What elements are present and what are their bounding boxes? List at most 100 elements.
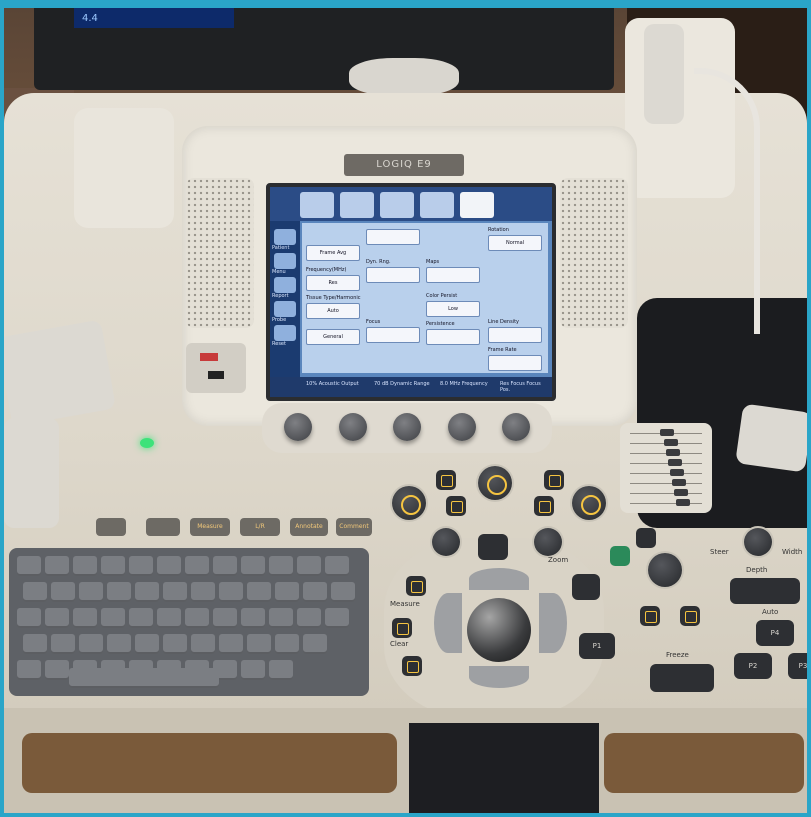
mode-b-button[interactable] — [392, 486, 426, 520]
keyboard-key[interactable] — [51, 582, 75, 602]
tab-3[interactable] — [380, 192, 414, 218]
control-9[interactable]: Color Persist Low — [426, 293, 480, 317]
keyboard-key[interactable] — [73, 556, 97, 576]
spacebar-key[interactable] — [69, 668, 219, 688]
clear-key[interactable] — [392, 618, 412, 638]
tgc-slider[interactable] — [668, 459, 682, 466]
p3-button[interactable]: P3 — [788, 653, 807, 679]
quad-key[interactable] — [680, 606, 700, 626]
keyboard-key[interactable] — [325, 556, 349, 576]
small-key-4[interactable] — [534, 496, 554, 516]
keyboard-key[interactable] — [157, 608, 181, 628]
keyboard-key[interactable] — [241, 556, 265, 576]
p2-button[interactable]: P2 — [734, 653, 772, 679]
sidebar-item-menu[interactable]: Menu — [272, 253, 296, 275]
keyboard-key[interactable] — [107, 634, 131, 654]
keyboard-key[interactable] — [275, 582, 299, 602]
control-12[interactable]: Line Density — [488, 319, 542, 343]
trackball-bottom-key[interactable] — [469, 666, 529, 688]
keyboard-key[interactable] — [241, 608, 265, 628]
keyboard-key[interactable] — [303, 582, 327, 602]
sidebar-item-reset[interactable]: Reset — [272, 325, 296, 347]
keyboard-key[interactable] — [163, 582, 187, 602]
rotary-knob-4[interactable] — [448, 413, 476, 441]
keyboard-key[interactable] — [213, 608, 237, 628]
rotary-knob-1[interactable] — [284, 413, 312, 441]
keyboard-key[interactable] — [135, 582, 159, 602]
freeze-button[interactable] — [650, 664, 714, 692]
small-key-3[interactable] — [544, 470, 564, 490]
keyboard-key[interactable] — [45, 660, 69, 680]
rotary-knob-5[interactable] — [502, 413, 530, 441]
tab-4[interactable] — [420, 192, 454, 218]
pointer-key[interactable] — [402, 656, 422, 676]
zoom-knob[interactable] — [534, 528, 562, 556]
keyboard-key[interactable] — [213, 556, 237, 576]
small-key-2[interactable] — [446, 496, 466, 516]
usb-port-red[interactable] — [200, 353, 218, 361]
keyboard-key[interactable] — [157, 556, 181, 576]
keyboard-key[interactable] — [129, 556, 153, 576]
tgc-slider[interactable] — [672, 479, 686, 486]
function-key-2[interactable] — [146, 518, 180, 536]
keyboard-key[interactable] — [23, 634, 47, 654]
keyboard-key[interactable] — [191, 634, 215, 654]
keyboard-key[interactable] — [135, 634, 159, 654]
tgc-slider[interactable] — [674, 489, 688, 496]
keyboard-key[interactable] — [269, 660, 293, 680]
keyboard-key[interactable] — [163, 634, 187, 654]
control-8[interactable]: Maps — [426, 259, 480, 283]
tgc-slider[interactable] — [666, 449, 680, 456]
left-knob[interactable] — [432, 528, 460, 556]
keyboard-key[interactable] — [101, 556, 125, 576]
sidebar-item-probe[interactable]: Probe — [272, 301, 296, 323]
keyboard-key[interactable] — [191, 582, 215, 602]
pdi-key[interactable] — [636, 528, 656, 548]
control-13[interactable]: Frame Rate — [488, 347, 542, 371]
mode-m-button[interactable] — [478, 466, 512, 500]
gain-knob[interactable] — [648, 553, 682, 587]
keyboard-key[interactable] — [297, 556, 321, 576]
keyboard-key[interactable] — [219, 582, 243, 602]
steer-width-knob[interactable] — [744, 528, 772, 556]
keyboard-key[interactable] — [269, 556, 293, 576]
function-key-annotate[interactable]: Annotate — [290, 518, 328, 536]
tab-1[interactable] — [300, 192, 334, 218]
trackball-left-key[interactable] — [434, 593, 462, 653]
control-7[interactable]: Focus — [366, 319, 420, 343]
control-2[interactable]: Frequency(MHz) Res — [306, 267, 360, 291]
control-1[interactable]: Frame Avg — [306, 243, 360, 261]
control-4[interactable]: General — [306, 327, 360, 345]
p1-button[interactable]: P1 — [579, 633, 615, 659]
sidebar-item-report[interactable]: Report — [272, 277, 296, 299]
keyboard-key[interactable] — [303, 634, 327, 654]
tgc-slider[interactable] — [664, 439, 678, 446]
keyboard-key[interactable] — [73, 608, 97, 628]
tgc-slider[interactable] — [670, 469, 684, 476]
function-key-lr[interactable]: L/R — [240, 518, 280, 536]
keyboard-key[interactable] — [79, 582, 103, 602]
control-6[interactable]: Dyn. Rng. — [366, 259, 420, 283]
keyboard-key[interactable] — [269, 608, 293, 628]
control-3[interactable]: Tissue Type/Harmonic Auto — [306, 295, 361, 319]
keyboard-key[interactable] — [185, 556, 209, 576]
keyboard-key[interactable] — [51, 634, 75, 654]
touchscreen[interactable]: Patient Menu Report Probe Reset Frame Av… — [266, 183, 556, 401]
keyboard-key[interactable] — [107, 582, 131, 602]
trackball-top-key[interactable] — [469, 568, 529, 590]
keyboard-key[interactable] — [17, 660, 41, 680]
keyboard-key[interactable] — [275, 634, 299, 654]
color-mode-key[interactable] — [610, 546, 630, 566]
rotary-knob-2[interactable] — [339, 413, 367, 441]
keyboard-key[interactable] — [241, 660, 265, 680]
keyboard-key[interactable] — [45, 608, 69, 628]
keyboard-key[interactable] — [17, 608, 41, 628]
function-key-comment[interactable]: Comment — [336, 518, 372, 536]
keyboard-key[interactable] — [45, 556, 69, 576]
control-5[interactable] — [366, 227, 420, 245]
keyboard-key[interactable] — [219, 634, 243, 654]
tgc-slider[interactable] — [676, 499, 690, 506]
keyboard-key[interactable] — [79, 634, 103, 654]
keyboard-key[interactable] — [129, 608, 153, 628]
trackball[interactable] — [467, 598, 531, 662]
